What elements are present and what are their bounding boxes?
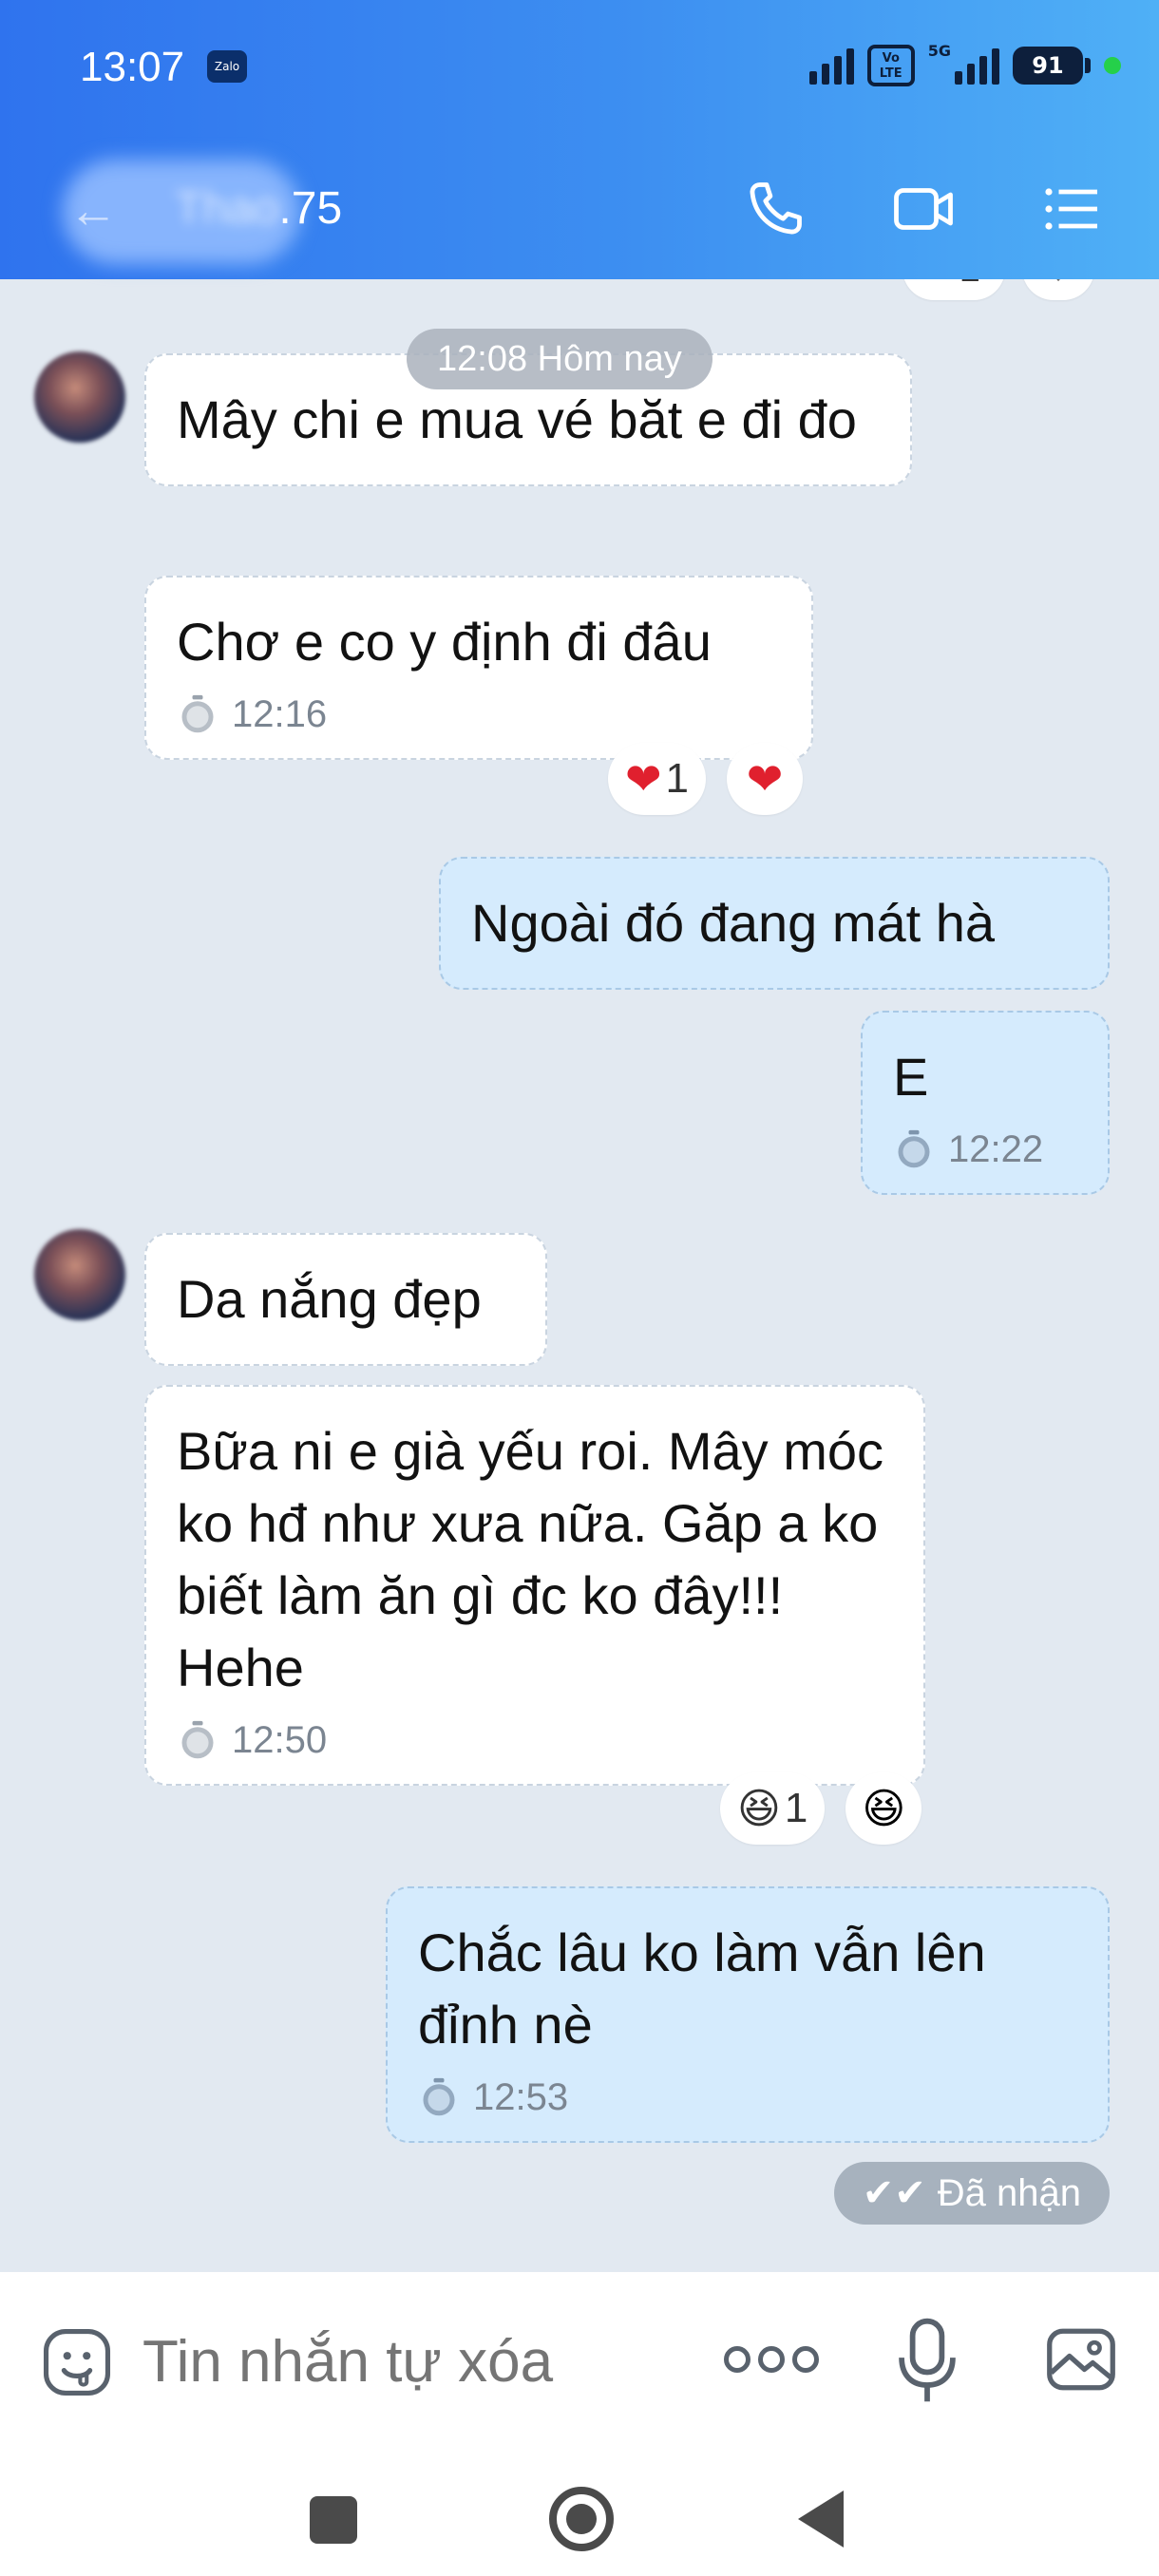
back-arrow-icon[interactable]: ← — [68, 182, 118, 239]
reaction-row-previous[interactable]: ❤ 1 ♡ — [902, 279, 1094, 300]
zalo-notification-icon: Zalo — [207, 50, 247, 83]
message-text: E — [893, 1047, 929, 1107]
battery-icon: 91 — [1013, 47, 1091, 85]
add-reaction-button[interactable]: 😆 — [846, 1772, 922, 1845]
reaction-row[interactable]: 😆 1 😆 — [720, 1772, 922, 1845]
menu-list-icon[interactable] — [1037, 175, 1106, 243]
signal-icon — [808, 47, 854, 85]
volte-icon: Vo LTE — [866, 45, 915, 86]
chat-area[interactable]: ❤ 1 ♡ Mây chi e mua vé băt e đi đo 12:08… — [0, 279, 1159, 2272]
network-type: 5G — [927, 42, 951, 60]
timer-icon — [423, 2077, 455, 2116]
recent-apps-button[interactable] — [310, 2496, 357, 2544]
message-input[interactable] — [142, 2320, 674, 2405]
privacy-dot-icon — [1104, 57, 1121, 74]
home-button[interactable] — [549, 2487, 614, 2551]
more-options-icon[interactable] — [724, 2346, 819, 2373]
date-separator: 12:08 Hôm nay — [407, 329, 712, 389]
heart-icon: ❤ — [625, 754, 662, 804]
timer-icon — [181, 694, 214, 733]
message-time: 12:53 — [418, 2071, 1077, 2124]
message-bubble-outgoing[interactable]: Ngoài đó đang mát hà — [439, 857, 1110, 990]
heart-outline-icon: ♡ — [1041, 279, 1075, 291]
add-reaction-button[interactable]: ❤ — [727, 743, 804, 815]
message-bubble-incoming[interactable]: Bữa ni e già yếu roi. Mây móc ko hđ như … — [144, 1385, 925, 1786]
message-time: 12:50 — [177, 1714, 893, 1767]
phone-icon[interactable] — [741, 175, 809, 243]
timer-icon — [181, 1720, 214, 1759]
system-navigation-bar — [0, 2453, 1159, 2576]
signal-5g-icon — [955, 47, 999, 85]
video-call-icon[interactable] — [889, 175, 958, 243]
emoji-sticker-icon[interactable] — [38, 2323, 116, 2401]
microphone-icon[interactable] — [893, 2314, 961, 2409]
heart-icon: ❤ — [927, 279, 960, 291]
message-time: 12:22 — [893, 1123, 1077, 1176]
add-reaction-button[interactable]: ♡ — [1022, 279, 1094, 300]
reaction-count-badge[interactable]: ❤ 1 — [902, 279, 1005, 300]
status-indicators: Vo LTE 5G 91 — [808, 42, 1121, 89]
reaction-row[interactable]: ❤ 1 ❤ — [608, 743, 804, 815]
contact-name[interactable]: Thao.75 — [175, 182, 342, 235]
read-status-badge: ✔✔ Đã nhận — [833, 2162, 1110, 2225]
message-bubble-incoming[interactable]: Da nắng đẹp — [144, 1233, 547, 1366]
message-text: Chơ e co y định đi đâu — [177, 612, 712, 672]
message-input-bar — [0, 2272, 1159, 2453]
avatar[interactable] — [34, 351, 125, 443]
message-text: Ngoài đó đang mát hà — [471, 893, 996, 953]
message-bubble-incoming[interactable]: Chơ e co y định đi đâu 12:16 — [144, 576, 813, 760]
status-time: 13:07 — [80, 44, 185, 90]
message-time: 12:16 — [177, 688, 781, 741]
double-check-icon: ✔✔ — [862, 2172, 926, 2214]
image-gallery-icon[interactable] — [1041, 2320, 1121, 2399]
message-text: Da nắng đẹp — [177, 1269, 482, 1329]
avatar[interactable] — [34, 1229, 125, 1320]
message-text: Chắc lâu ko làm vẫn lên đỉnh nè — [418, 1923, 986, 2055]
chat-header: 13:07 Zalo Vo LTE 5G 91 ← Thao.75 — [0, 0, 1159, 279]
laughing-icon: 😆 — [862, 1785, 906, 1832]
timer-icon — [898, 1129, 930, 1168]
back-button-nav[interactable] — [798, 2491, 844, 2548]
reaction-count-badge[interactable]: 😆 1 — [720, 1772, 826, 1845]
message-text: Bữa ni e già yếu roi. Mây móc ko hđ như … — [177, 1421, 884, 1697]
heart-icon: ❤ — [746, 754, 784, 804]
message-bubble-outgoing[interactable]: E 12:22 — [861, 1011, 1110, 1195]
message-text: Mây chi e mua vé băt e đi đo — [177, 389, 857, 449]
laughing-icon: 😆 — [737, 1785, 781, 1832]
message-bubble-outgoing[interactable]: Chắc lâu ko làm vẫn lên đỉnh nè 12:53 — [386, 1886, 1110, 2143]
reaction-count-badge[interactable]: ❤ 1 — [608, 743, 707, 815]
